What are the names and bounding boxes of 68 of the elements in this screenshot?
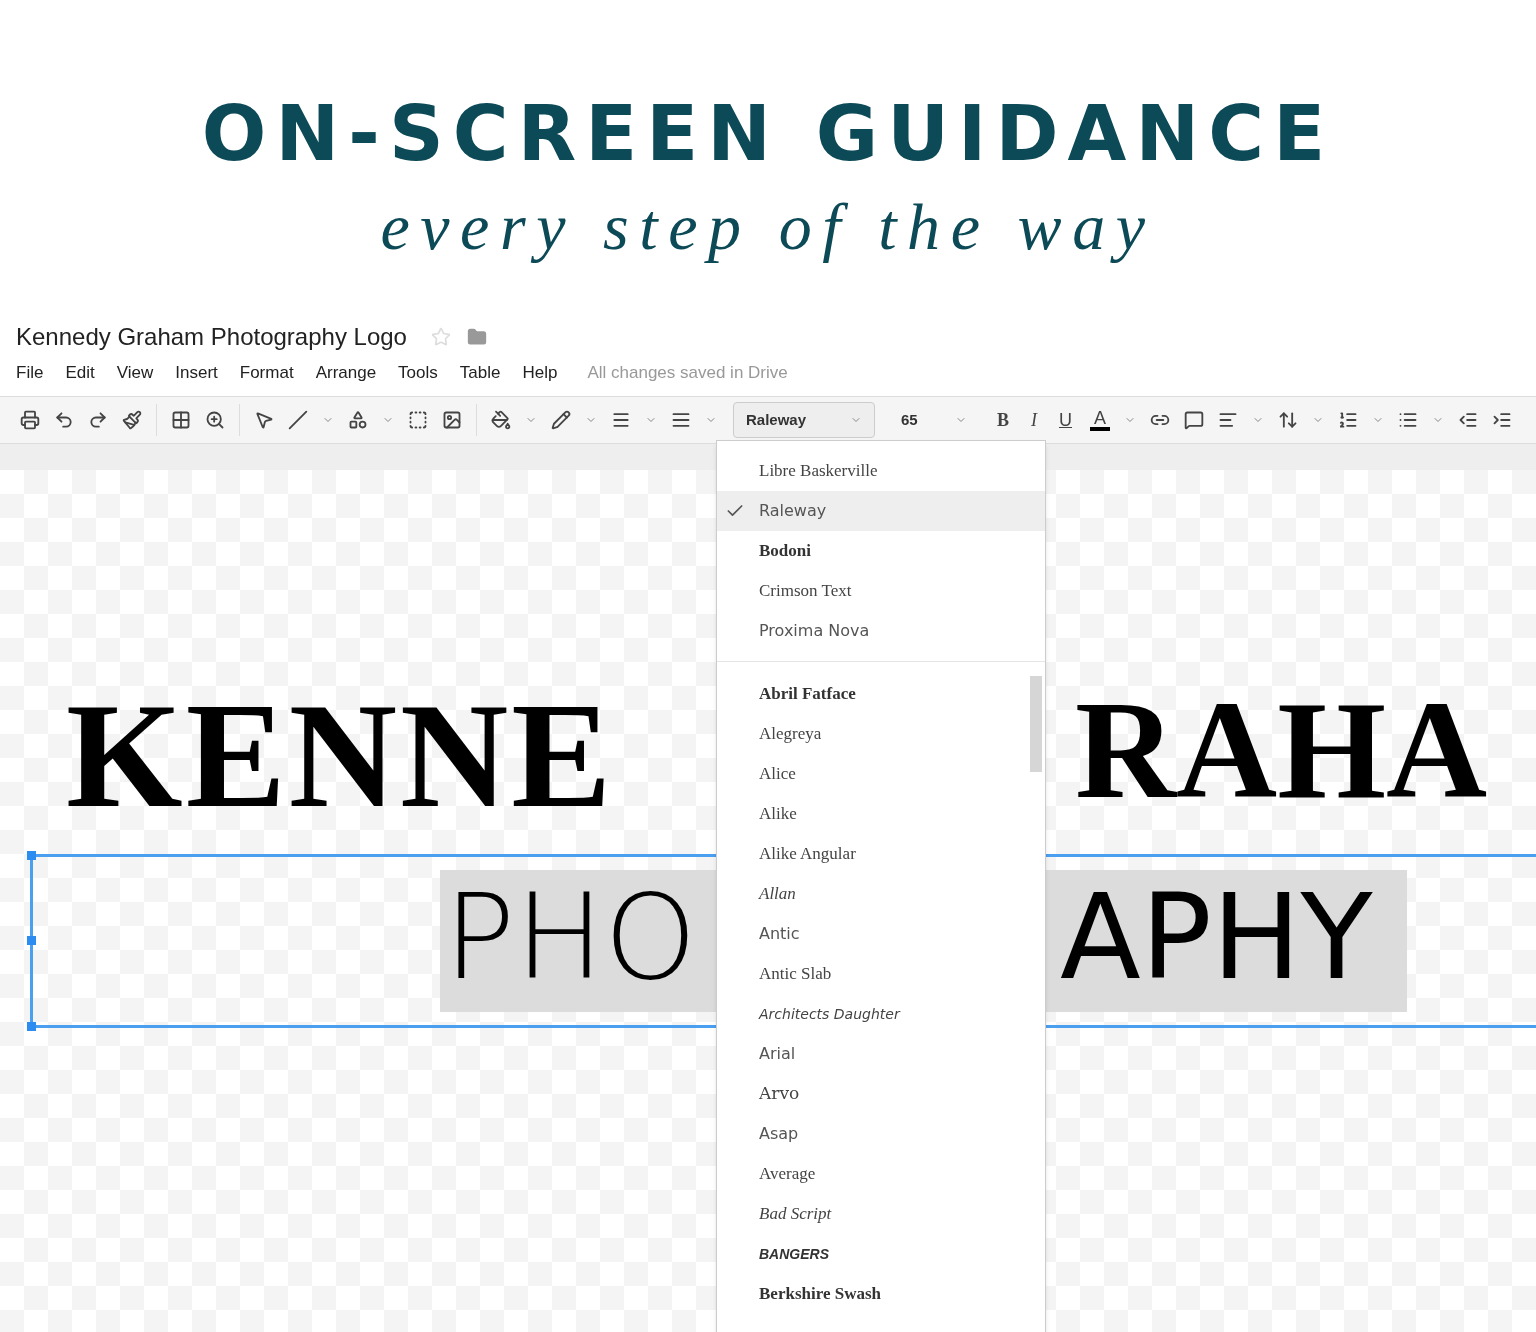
font-option[interactable]: Antic xyxy=(717,914,1045,954)
font-option[interactable]: Alice xyxy=(717,754,1045,794)
menu-item[interactable]: Arrange xyxy=(315,360,377,386)
printer-icon[interactable] xyxy=(20,410,40,430)
format-button[interactable]: I xyxy=(1027,406,1041,434)
font-option[interactable]: Raleway xyxy=(717,491,1045,531)
redo-icon[interactable] xyxy=(88,410,108,430)
indent-icon[interactable] xyxy=(1458,410,1479,430)
font-option[interactable]: Abril Fatface xyxy=(717,674,1045,714)
zoom-icon[interactable] xyxy=(205,410,225,430)
font-option[interactable]: Crimson Text xyxy=(717,571,1045,611)
pencil-icon[interactable] xyxy=(551,410,571,430)
bullet-list-icon[interactable] xyxy=(1398,410,1419,430)
font-option[interactable]: BANGERS xyxy=(717,1234,1045,1274)
format-button[interactable]: B xyxy=(993,406,1013,434)
font-option[interactable]: Antic Slab xyxy=(717,954,1045,994)
font-option[interactable]: Arial xyxy=(717,1034,1045,1074)
menu-item[interactable]: Tools xyxy=(398,360,438,386)
shapes-icon[interactable] xyxy=(348,410,368,430)
folder-icon[interactable] xyxy=(466,327,487,347)
pointer-icon[interactable] xyxy=(254,410,274,430)
font-option[interactable]: Proxima Nova xyxy=(717,611,1045,651)
menu-item[interactable]: Table xyxy=(459,360,501,386)
undo-icon[interactable] xyxy=(54,410,74,430)
logo-subtitle: PHO xyxy=(444,878,697,996)
format-button[interactable]: A xyxy=(1090,409,1111,431)
scrollbar[interactable] xyxy=(1030,676,1042,772)
line-spacing-icon[interactable] xyxy=(1278,410,1299,430)
selection-handle[interactable] xyxy=(27,1022,36,1031)
font-option[interactable]: Alike Angular xyxy=(717,834,1045,874)
menu-item[interactable]: File xyxy=(16,360,44,386)
font-option[interactable]: Bad Script xyxy=(717,1194,1045,1234)
selection-handle[interactable] xyxy=(27,851,36,860)
font-option[interactable]: Asap xyxy=(717,1114,1045,1154)
menu-item[interactable]: Format xyxy=(239,360,294,386)
save-status: All changes saved in Drive xyxy=(587,362,788,385)
menu-item[interactable]: Edit xyxy=(65,360,95,386)
font-option[interactable]: Architects Daughter xyxy=(717,994,1045,1034)
selection-handle[interactable] xyxy=(27,936,36,945)
font-option[interactable]: Libre Baskerville xyxy=(717,451,1045,491)
menu-item[interactable]: View xyxy=(116,360,154,386)
font-option[interactable]: Bodoni xyxy=(717,531,1045,571)
font-option[interactable]: Alike xyxy=(717,794,1045,834)
menu-item[interactable]: Help xyxy=(522,360,558,386)
align-icon[interactable] xyxy=(1218,410,1239,430)
numbered-list-icon[interactable] xyxy=(1338,410,1359,430)
font-option[interactable]: Average xyxy=(717,1154,1045,1194)
font-size-dropdown[interactable]: 65 xyxy=(889,402,979,438)
logo-subtitle: APHY xyxy=(1060,878,1373,996)
image-icon[interactable] xyxy=(442,410,462,430)
headline: ON-SCREEN GUIDANCE xyxy=(201,96,1335,172)
logo-title: KENNE xyxy=(66,680,615,830)
font-option[interactable]: Alegreya xyxy=(717,714,1045,754)
menu-item[interactable]: Insert xyxy=(175,360,218,386)
line-weight-icon[interactable] xyxy=(611,410,631,430)
font-option[interactable]: Allan xyxy=(717,874,1045,914)
grid-icon[interactable] xyxy=(171,410,191,430)
font-option[interactable]: Berkshire Swash xyxy=(717,1274,1045,1314)
fill-icon[interactable] xyxy=(491,410,511,430)
format-button[interactable]: U xyxy=(1055,406,1076,434)
font-dropdown[interactable]: Raleway xyxy=(733,402,875,438)
comment-icon[interactable] xyxy=(1184,410,1205,430)
document-title[interactable]: Kennedy Graham Photography Logo xyxy=(16,319,407,355)
indent-icon[interactable] xyxy=(1492,410,1513,430)
font-option[interactable]: Arvo xyxy=(717,1074,1045,1114)
line-icon[interactable] xyxy=(288,410,308,430)
logo-title: RAHA xyxy=(1075,680,1488,820)
star-icon[interactable] xyxy=(430,327,451,347)
